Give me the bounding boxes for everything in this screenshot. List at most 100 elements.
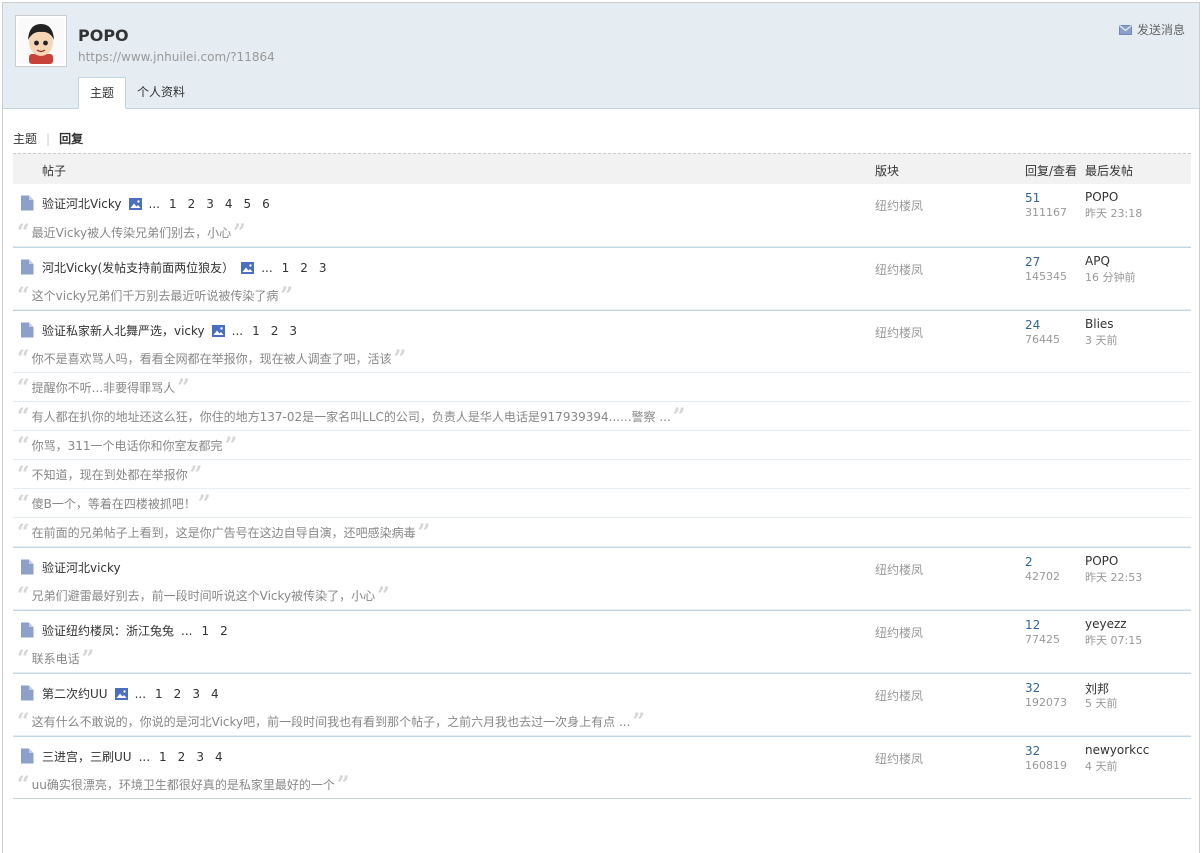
tab-topics[interactable]: 主题 [78, 77, 127, 109]
quote-close-icon: ” [224, 432, 238, 459]
table-header: 帖子 版块 回复/查看 最后发帖 [13, 153, 1191, 184]
reply-count[interactable]: 12 [1025, 618, 1040, 632]
quote-open-icon: “ [17, 645, 30, 672]
file-icon [20, 559, 34, 575]
sub-navigation: 主题 | 回复 [13, 130, 83, 147]
reply-count[interactable]: 51 [1025, 191, 1040, 205]
file-icon [20, 322, 34, 338]
reply-quote-row: “uu确实很漂亮，环境卫生都很好真的是私家里最好的一个” [13, 770, 1191, 799]
reply-quote-text[interactable]: 提醒你不听...非要得罪骂人 [32, 379, 175, 396]
page-link[interactable]: 2 [178, 750, 186, 764]
page-link[interactable]: 6 [262, 197, 270, 211]
reply-quote: “提醒你不听...非要得罪骂人” [17, 374, 190, 401]
forum-link[interactable]: 纽约楼凤 [875, 624, 923, 641]
quote-close-icon: ” [81, 645, 95, 672]
tab-profile-info[interactable]: 个人资料 [126, 77, 196, 109]
subnav-topics-link[interactable]: 主题 [13, 130, 37, 147]
page-link[interactable]: 2 [271, 324, 279, 338]
quote-open-icon: “ [17, 345, 30, 372]
last-post-user[interactable]: POPO [1085, 554, 1118, 568]
page-link[interactable]: 1 [169, 197, 177, 211]
quote-close-icon: ” [177, 374, 190, 401]
reply-quote-row: “联系电话” [13, 644, 1191, 673]
file-icon [20, 748, 34, 764]
image-attachment-icon [211, 324, 225, 337]
reply-quote-text[interactable]: 这个vicky兄弟们千万别去最近听说被传染了病 [32, 287, 279, 304]
reply-quote: “联系电话” [17, 645, 95, 672]
forum-link[interactable]: 纽约楼凤 [875, 197, 923, 214]
page-link[interactable]: 3 [196, 750, 204, 764]
reply-quote-text[interactable]: uu确实很漂亮，环境卫生都很好真的是私家里最好的一个 [32, 776, 335, 793]
reply-quote-text[interactable]: 兄弟们避雷最好别去，前一段时间听说这个Vicky被传染了，小心 [32, 587, 376, 604]
send-message-button[interactable]: 发送消息 [1118, 21, 1185, 38]
reply-count[interactable]: 2 [1025, 555, 1033, 569]
subnav-replies-current[interactable]: 回复 [59, 130, 83, 147]
page-ellipsis: ... [134, 686, 147, 701]
thread-title-group: 验证纽约楼凤：浙江兔兔... 1 2 [42, 622, 230, 639]
thread-title-link[interactable]: 河北Vicky(发帖支持前面两位狼友） [42, 259, 234, 276]
page-link[interactable]: 5 [244, 197, 252, 211]
reply-quote-text[interactable]: 不知道，现在到处都在举报你 [32, 466, 188, 483]
thread-row: 验证纽约楼凤：浙江兔兔... 1 2 纽约楼凤 12 77425 yeyezz 昨天 07:1… [13, 610, 1191, 647]
page-link[interactable]: 3 [289, 324, 297, 338]
reply-quote: “傻B一个，等着在四楼被抓吧！” [17, 493, 211, 515]
thread-title-link[interactable]: 三进宫，三刷UU [42, 748, 132, 765]
thread-title-link[interactable]: 第二次约UU [42, 685, 108, 702]
last-post-user[interactable]: APQ [1085, 254, 1110, 268]
reply-quote-text[interactable]: 这有什么不敢说的，你说的是河北Vicky吧，前一段时间我也有看到那个帖子，之前六… [32, 713, 631, 730]
thread-title-link[interactable]: 验证河北Vicky [42, 195, 122, 212]
page-link[interactable]: 2 [188, 197, 196, 211]
quote-close-icon: ” [280, 282, 293, 309]
page-link[interactable]: 1 [282, 261, 290, 275]
page-link[interactable]: 2 [300, 261, 308, 275]
page-link[interactable]: 2 [220, 624, 228, 638]
reply-quote-text[interactable]: 在前面的兄弟帖子上看到，这是你广告号在这边自导自演，还吧感染病毒 [32, 524, 416, 541]
page-link[interactable]: 1 [155, 687, 163, 701]
forum-link[interactable]: 纽约楼凤 [875, 750, 923, 767]
reply-count[interactable]: 32 [1025, 744, 1040, 758]
page-link[interactable]: 1 [252, 324, 260, 338]
quote-close-icon: ” [189, 461, 203, 488]
reply-quote-text[interactable]: 最近Vicky被人传染兄弟们别去，小心 [32, 224, 232, 241]
avatar[interactable] [15, 15, 67, 67]
page-link[interactable]: 1 [159, 750, 167, 764]
reply-count[interactable]: 32 [1025, 681, 1040, 695]
thread-row: 验证河北Vicky... 1 2 3 4 5 6 纽约楼凤 51 311167 POPO 昨天 23:… [13, 184, 1191, 220]
quote-close-icon: ” [377, 582, 390, 609]
reply-quote-text[interactable]: 傻B一个，等着在四楼被抓吧！ [32, 495, 196, 512]
reply-quote-text[interactable]: 联系电话 [32, 650, 80, 667]
reply-quote-text[interactable]: 你骂，311一个电话你和你室友都完 [32, 437, 223, 454]
last-post-user[interactable]: POPO [1085, 190, 1118, 204]
page-link[interactable]: 2 [174, 687, 182, 701]
profile-url[interactable]: https://www.jnhuilei.com/?11864 [78, 50, 275, 64]
thread-title-link[interactable]: 验证河北vicky [42, 559, 121, 576]
page-link[interactable]: 4 [225, 197, 233, 211]
reply-quote: “最近Vicky被人传染兄弟们别去，小心” [17, 222, 246, 244]
file-icon [20, 195, 34, 211]
send-message-label: 发送消息 [1136, 23, 1185, 37]
thread-title-link[interactable]: 验证纽约楼凤：浙江兔兔 [42, 622, 174, 639]
forum-link[interactable]: 纽约楼凤 [875, 561, 923, 578]
reply-quote-row: “不知道，现在到处都在举报你” [13, 460, 1191, 489]
last-post-user[interactable]: newyorkcc [1085, 743, 1149, 757]
last-post-user[interactable]: Blies [1085, 317, 1114, 331]
page-link[interactable]: 3 [192, 687, 200, 701]
reply-quote-row: “有人都在扒你的地址还这么狂，你住的地方137-02是一家名叫LLC的公司，负责… [13, 402, 1191, 431]
forum-link[interactable]: 纽约楼凤 [875, 687, 923, 704]
page-link[interactable]: 4 [215, 750, 223, 764]
page-link[interactable]: 4 [211, 687, 219, 701]
reply-quote: “兄弟们避雷最好别去，前一段时间听说这个Vicky被传染了，小心” [17, 582, 390, 609]
reply-quote-text[interactable]: 你不是喜欢骂人吗，看看全网都在举报你，现在被人调查了吧，活该 [32, 350, 392, 367]
page-link[interactable]: 3 [206, 197, 214, 211]
reply-quote-row: “你骂，311一个电话你和你室友都完” [13, 431, 1191, 460]
last-post-user[interactable]: yeyezz [1085, 617, 1127, 631]
forum-link[interactable]: 纽约楼凤 [875, 324, 923, 341]
page-link[interactable]: 1 [201, 624, 209, 638]
reply-quote-text[interactable]: 有人都在扒你的地址还这么狂，你住的地方137-02是一家名叫LLC的公司，负责人… [32, 408, 671, 425]
reply-count[interactable]: 24 [1025, 318, 1040, 332]
thread-title-link[interactable]: 验证私家新人北舞严选，vicky [42, 322, 205, 339]
forum-link[interactable]: 纽约楼凤 [875, 261, 923, 278]
quote-open-icon: “ [17, 771, 30, 798]
page-link[interactable]: 3 [319, 261, 327, 275]
reply-count[interactable]: 27 [1025, 255, 1040, 269]
